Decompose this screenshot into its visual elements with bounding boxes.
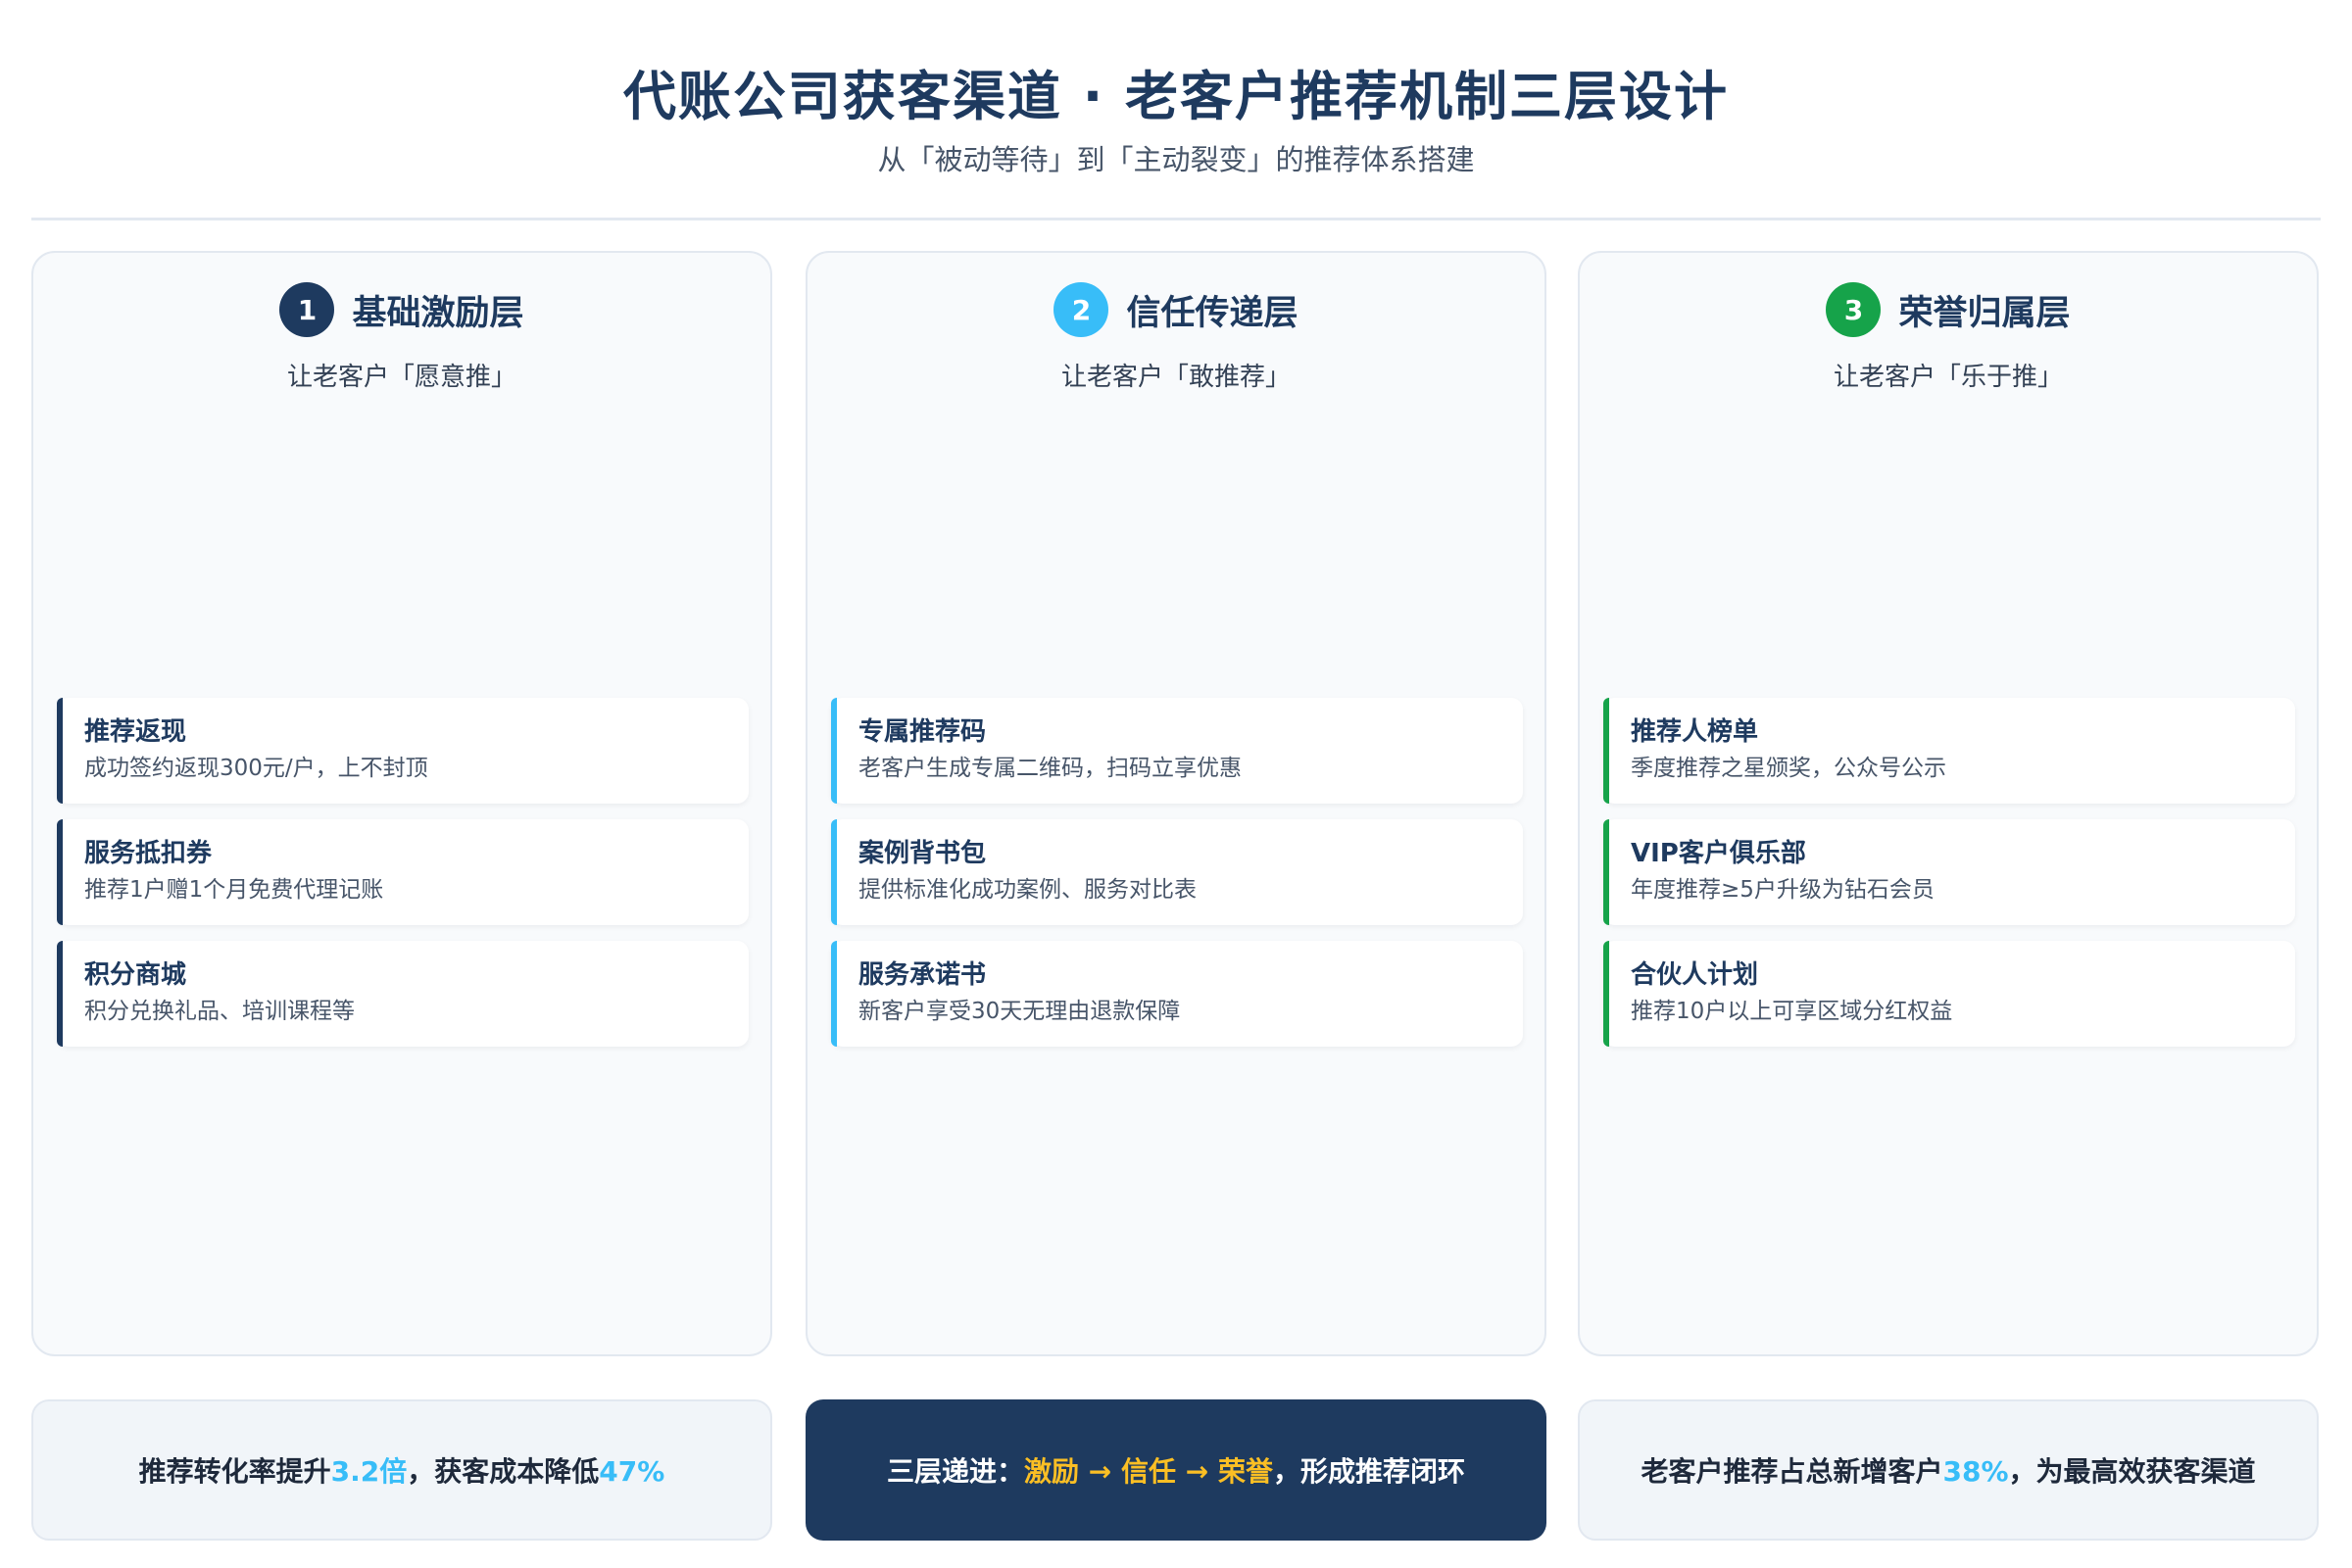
- item-title: 案例背书包: [858, 839, 987, 868]
- layer-title: 荣誉归属层: [1898, 293, 2071, 333]
- stat-text-part: ，为最高效获客渠道: [2008, 1455, 2256, 1488]
- stat-box-share: 老客户推荐占总新增客户38%，为最高效获客渠道: [1578, 1399, 2319, 1541]
- item-title: 推荐人榜单: [1631, 717, 1759, 747]
- layer-item: 推荐人榜单 季度推荐之星颁奖，公众号公示: [1603, 698, 2295, 804]
- item-description: 新客户享受30天无理由退款保障: [858, 999, 1181, 1024]
- stat-box-conversion: 推荐转化率提升3.2倍，获客成本降低47%: [31, 1399, 772, 1541]
- item-description: 推荐1户赠1个月免费代理记账: [84, 877, 384, 903]
- item-title: 服务抵扣券: [84, 839, 213, 868]
- layer-item-list: 推荐返现 成功签约返现300元/户，上不封顶 服务抵扣券 推荐1户赠1个月免费代…: [57, 698, 749, 1062]
- item-title: 服务承诺书: [858, 960, 987, 990]
- page-title: 代账公司获客渠道 · 老客户推荐机制三层设计: [622, 66, 1730, 127]
- layer-header: 2 信任传递层: [808, 282, 1544, 337]
- summary-text: 三层递进：激励 → 信任 → 荣誉，形成推荐闭环: [887, 1450, 1465, 1490]
- stat-highlight-value: 47%: [599, 1455, 665, 1488]
- stat-text-part: 老客户推荐占总新增客户: [1641, 1455, 1943, 1488]
- layer-panel-honor: 3 荣誉归属层 让老客户「乐于推」 推荐人榜单 季度推荐之星颁奖，公众号公示 V…: [1578, 251, 2319, 1356]
- summary-text-part: ，形成推荐闭环: [1272, 1455, 1465, 1488]
- layer-item-list: 推荐人榜单 季度推荐之星颁奖，公众号公示 VIP客户俱乐部 年度推荐≥5户升级为…: [1603, 698, 2295, 1062]
- layer-header: 3 荣誉归属层: [1580, 282, 2317, 337]
- layer-subtitle: 让老客户「愿意推」: [286, 363, 516, 392]
- layer-number-badge: 3: [1826, 282, 1882, 337]
- stat-text-part: ，获客成本降低: [407, 1455, 600, 1488]
- item-description: 老客户生成专属二维码，扫码立享优惠: [858, 756, 1242, 781]
- layer-item-list: 专属推荐码 老客户生成专属二维码，扫码立享优惠 案例背书包 提供标准化成功案例、…: [831, 698, 1523, 1062]
- item-description: 年度推荐≥5户升级为钻石会员: [1631, 877, 1935, 903]
- summary-box-loop: 三层递进：激励 → 信任 → 荣誉，形成推荐闭环: [806, 1399, 1546, 1541]
- layer-panel-trust: 2 信任传递层 让老客户「敢推荐」 专属推荐码 老客户生成专属二维码，扫码立享优…: [806, 251, 1546, 1356]
- layer-item: 服务抵扣券 推荐1户赠1个月免费代理记账: [57, 819, 749, 925]
- layer-item: 专属推荐码 老客户生成专属二维码，扫码立享优惠: [831, 698, 1523, 804]
- layer-title: 基础激励层: [352, 293, 524, 333]
- layer-number-badge: 2: [1054, 282, 1109, 337]
- layer-item: 服务承诺书 新客户享受30天无理由退款保障: [831, 941, 1523, 1047]
- layer-title: 信任传递层: [1126, 293, 1298, 333]
- page-header: 代账公司获客渠道 · 老客户推荐机制三层设计 从「被动等待」到「主动裂变」的推荐…: [0, 59, 2352, 180]
- item-description: 提供标准化成功案例、服务对比表: [858, 877, 1197, 903]
- layer-item: VIP客户俱乐部 年度推荐≥5户升级为钻石会员: [1603, 819, 2295, 925]
- stat-text: 推荐转化率提升3.2倍，获客成本降低47%: [139, 1450, 665, 1490]
- layer-subtitle: 让老客户「敢推荐」: [1060, 363, 1291, 392]
- item-title: 积分商城: [84, 960, 187, 990]
- layer-subtitle: 让老客户「乐于推」: [1833, 363, 2063, 392]
- layer-item: 积分商城 积分兑换礼品、培训课程等: [57, 941, 749, 1047]
- item-description: 成功签约返现300元/户，上不封顶: [84, 756, 428, 781]
- layer-header: 1 基础激励层: [33, 282, 770, 337]
- layer-item: 合伙人计划 推荐10户以上可享区域分红权益: [1603, 941, 2295, 1047]
- summary-text-part: 三层递进：: [887, 1455, 1025, 1488]
- item-description: 推荐10户以上可享区域分红权益: [1631, 999, 1953, 1024]
- layer-item: 案例背书包 提供标准化成功案例、服务对比表: [831, 819, 1523, 925]
- item-title: 推荐返现: [84, 717, 187, 747]
- header-divider: [31, 218, 2321, 220]
- item-title: VIP客户俱乐部: [1631, 839, 1806, 868]
- item-description: 季度推荐之星颁奖，公众号公示: [1631, 756, 1946, 781]
- item-title: 专属推荐码: [858, 717, 987, 747]
- summary-flow-highlight: 激励 → 信任 → 荣誉: [1024, 1455, 1273, 1488]
- item-title: 合伙人计划: [1631, 960, 1759, 990]
- item-description: 积分兑换礼品、培训课程等: [84, 999, 355, 1024]
- stat-highlight-value: 38%: [1942, 1455, 2009, 1488]
- stat-highlight-value: 3.2倍: [330, 1455, 408, 1488]
- layer-panel-incentive: 1 基础激励层 让老客户「愿意推」 推荐返现 成功签约返现300元/户，上不封顶…: [31, 251, 772, 1356]
- layer-number-badge: 1: [279, 282, 335, 337]
- page-subtitle: 从「被动等待」到「主动裂变」的推荐体系搭建: [877, 143, 1475, 176]
- stat-text-part: 推荐转化率提升: [138, 1455, 331, 1488]
- stat-text: 老客户推荐占总新增客户38%，为最高效获客渠道: [1641, 1450, 2255, 1490]
- layer-item: 推荐返现 成功签约返现300元/户，上不封顶: [57, 698, 749, 804]
